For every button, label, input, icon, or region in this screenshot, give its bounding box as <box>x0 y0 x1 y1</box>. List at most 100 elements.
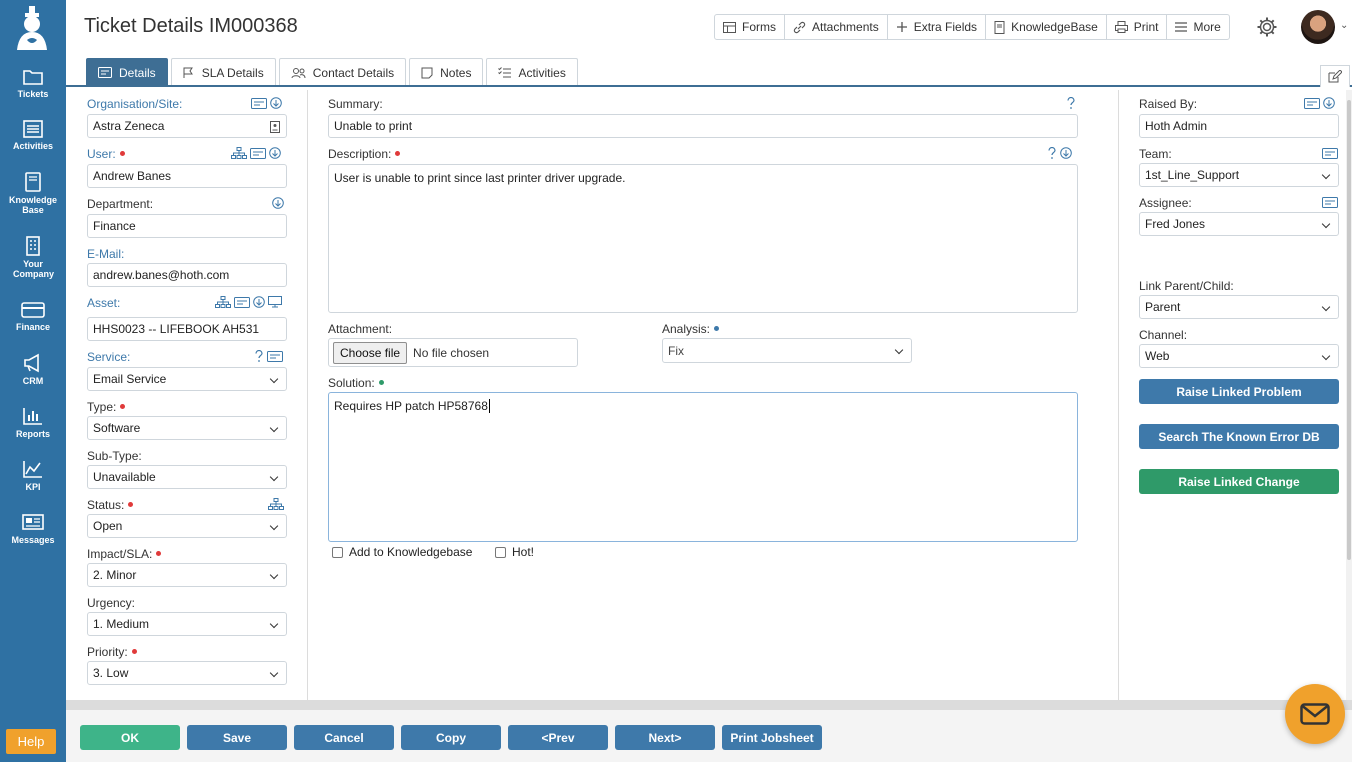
id-card-icon[interactable] <box>250 147 266 159</box>
ok-button[interactable]: OK <box>80 725 180 750</box>
tab-details[interactable]: Details <box>86 58 168 86</box>
tab-contact-details[interactable]: Contact Details <box>278 58 407 86</box>
raise-linked-problem-button[interactable]: Raise Linked Problem <box>1139 379 1339 404</box>
sidebar-item-messages[interactable]: Messages <box>0 512 66 545</box>
tab-sla-details[interactable]: SLA Details <box>170 58 276 86</box>
sidebar-item-finance[interactable]: Finance <box>0 301 66 332</box>
subtype-select[interactable]: Unavailable <box>87 465 287 489</box>
link-select[interactable]: Parent <box>1139 295 1339 319</box>
status-icons <box>268 498 284 510</box>
email-label: E-Mail: <box>87 247 125 261</box>
add-to-knowledgebase-checkbox[interactable]: Add to Knowledgebase <box>332 545 472 559</box>
summary-input[interactable]: Unable to print <box>328 114 1078 138</box>
hierarchy-icon[interactable] <box>268 498 284 510</box>
organisation-icons <box>251 97 282 109</box>
sidebar-item-kpi[interactable]: KPI <box>0 459 66 492</box>
next-button[interactable]: Next> <box>615 725 715 750</box>
choose-file-button[interactable]: Choose file <box>333 341 408 364</box>
sidebar-item-tickets[interactable]: Tickets <box>0 68 66 99</box>
analysis-select[interactable]: Fix <box>662 338 912 363</box>
id-card-icon[interactable] <box>1322 197 1338 208</box>
sidebar-item-label: Finance <box>15 322 50 332</box>
cancel-button[interactable]: Cancel <box>294 725 394 750</box>
prev-button[interactable]: <Prev <box>508 725 608 750</box>
table-icon <box>723 21 736 33</box>
print-button[interactable]: Print <box>1107 15 1168 39</box>
sidebar-item-knowledge-base[interactable]: Knowledge Base <box>0 172 66 215</box>
circle-arrow-down-icon[interactable] <box>1323 97 1335 109</box>
help-button[interactable]: Help <box>6 729 56 754</box>
priority-select[interactable]: 3. Low <box>87 661 287 685</box>
id-card-icon[interactable] <box>267 350 283 362</box>
assignee-select[interactable]: Fred Jones <box>1139 212 1339 236</box>
print-jobsheet-button[interactable]: Print Jobsheet <box>722 725 822 750</box>
attachment-file-input[interactable]: Choose file No file chosen <box>328 338 578 367</box>
raise-linked-change-button[interactable]: Raise Linked Change <box>1139 469 1339 494</box>
attachments-button[interactable]: Attachments <box>785 15 888 39</box>
urgency-select[interactable]: 1. Medium <box>87 612 287 636</box>
question-icon[interactable] <box>1066 97 1076 109</box>
circle-arrow-down-icon[interactable] <box>270 97 282 109</box>
circle-arrow-down-icon[interactable] <box>1060 147 1072 159</box>
copy-button[interactable]: Copy <box>401 725 501 750</box>
hierarchy-icon[interactable] <box>231 147 247 159</box>
sidebar-item-label: Tickets <box>17 89 49 99</box>
email-field[interactable]: andrew.banes@hoth.com <box>87 263 287 287</box>
sidebar-item-your-company[interactable]: Your Company <box>0 236 66 279</box>
column-divider <box>307 90 308 700</box>
knowledgebase-button[interactable]: KnowledgeBase <box>986 15 1107 39</box>
gear-icon[interactable] <box>1256 16 1278 38</box>
circle-arrow-down-icon[interactable] <box>269 147 281 159</box>
forms-button[interactable]: Forms <box>715 15 785 39</box>
search-known-error-db-button[interactable]: Search The Known Error DB <box>1139 424 1339 449</box>
user-avatar[interactable] <box>1301 10 1335 44</box>
id-card-icon[interactable] <box>1304 97 1320 109</box>
solution-textarea[interactable]: Requires HP patch HP58768 <box>328 392 1078 542</box>
sidebar-item-activities[interactable]: Activities <box>0 120 66 151</box>
sidebar-item-label: Activities <box>12 141 54 151</box>
description-textarea[interactable]: User is unable to print since last print… <box>328 164 1078 313</box>
circle-arrow-down-icon[interactable] <box>272 197 284 209</box>
tab-activities[interactable]: Activities <box>486 58 578 86</box>
edit-icon[interactable] <box>1320 65 1350 87</box>
organisation-field[interactable]: Astra Zeneca <box>87 114 287 138</box>
summary-value: Unable to print <box>334 119 413 133</box>
circle-arrow-down-icon[interactable] <box>253 296 265 308</box>
app-logo-icon[interactable] <box>11 6 53 52</box>
save-button[interactable]: Save <box>187 725 287 750</box>
status-select[interactable]: Open <box>87 514 287 538</box>
question-icon[interactable] <box>254 350 264 362</box>
raised-by-field[interactable]: Hoth Admin <box>1139 114 1339 138</box>
type-select[interactable]: Software <box>87 416 287 440</box>
extra-fields-button[interactable]: Extra Fields <box>888 15 987 39</box>
sidebar-item-crm[interactable]: CRM <box>0 353 66 386</box>
hierarchy-icon[interactable] <box>215 296 231 308</box>
monitor-icon[interactable] <box>268 296 282 308</box>
chevron-down-icon[interactable]: ⌄ <box>1340 20 1348 31</box>
description-label: Description: <box>328 147 401 161</box>
service-select[interactable]: Email Service <box>87 367 287 391</box>
sidebar-item-reports[interactable]: Reports <box>0 406 66 439</box>
impact-select[interactable]: 2. Minor <box>87 563 287 587</box>
team-select[interactable]: 1st_Line_Support <box>1139 163 1339 187</box>
id-card-icon[interactable] <box>1322 148 1338 159</box>
user-field[interactable]: Andrew Banes <box>87 164 287 188</box>
tab-notes[interactable]: Notes <box>409 58 484 86</box>
raised-by-icons <box>1304 97 1335 109</box>
channel-select[interactable]: Web <box>1139 344 1339 368</box>
contact-card-icon[interactable] <box>270 121 280 133</box>
more-button[interactable]: More <box>1167 15 1228 39</box>
id-card-icon[interactable] <box>234 296 250 308</box>
scrollbar-thumb[interactable] <box>1347 100 1351 560</box>
asset-field[interactable]: HHS0023 -- LIFEBOOK AH531 <box>87 317 287 341</box>
attachments-label: Attachments <box>812 20 879 34</box>
hamburger-icon <box>1175 22 1188 32</box>
user-value: Andrew Banes <box>93 169 172 183</box>
hot-checkbox[interactable]: Hot! <box>495 545 534 559</box>
department-value: Finance <box>93 219 136 233</box>
assignee-label: Assignee: <box>1139 196 1192 210</box>
department-field[interactable]: Finance <box>87 214 287 238</box>
messages-fab-button[interactable] <box>1285 684 1345 744</box>
id-card-icon[interactable] <box>251 97 267 109</box>
question-icon[interactable] <box>1047 147 1057 159</box>
